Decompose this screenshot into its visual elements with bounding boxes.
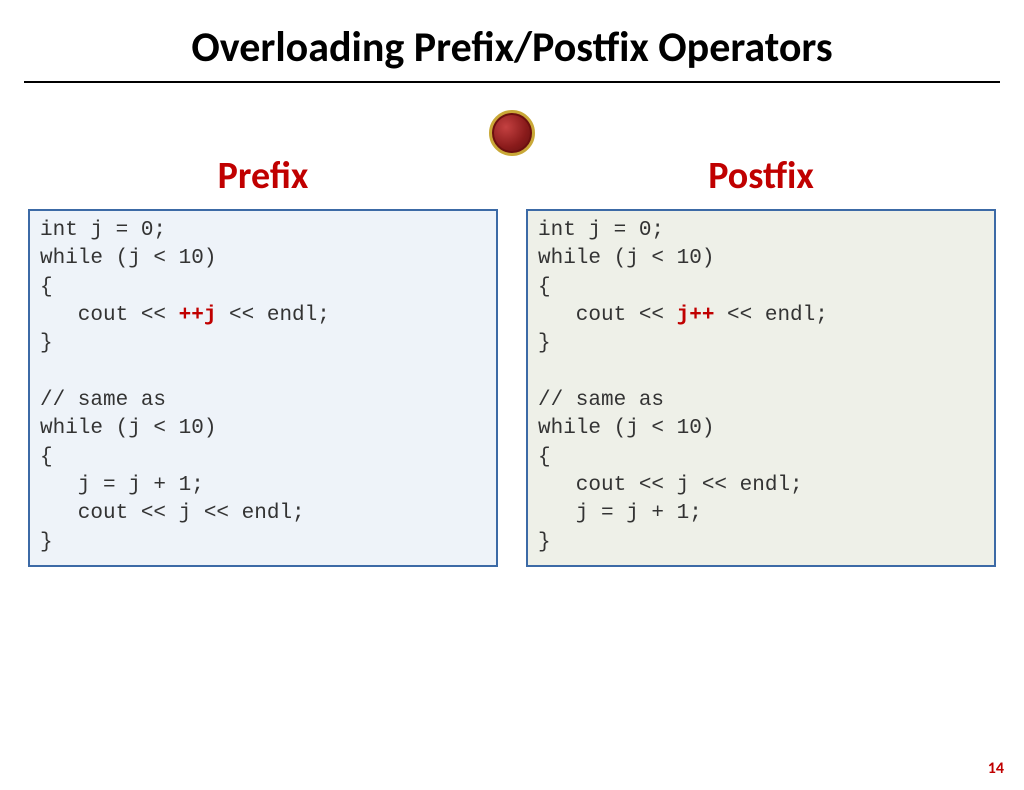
postfix-heading: Postfix [526,153,996,199]
code-line: { [538,446,551,469]
code-line: cout << j << endl; [538,474,803,497]
code-line: } [40,332,53,355]
postfix-column: Postfix int j = 0; while (j < 10) { cout… [526,153,996,567]
code-line-part: cout << [40,304,179,327]
page-number: 14 [988,759,1004,778]
divider [24,81,1000,83]
code-line-part: cout << [538,304,677,327]
code-line: j = j + 1; [538,502,702,525]
postfix-code-block: int j = 0; while (j < 10) { cout << j++ … [526,209,996,567]
prefix-increment-highlight: ++j [179,304,217,327]
code-line: // same as [538,389,664,412]
code-line: while (j < 10) [538,417,714,440]
code-line: } [40,531,53,554]
prefix-code-block: int j = 0; while (j < 10) { cout << ++j … [28,209,498,567]
prefix-column: Prefix int j = 0; while (j < 10) { cout … [28,153,498,567]
code-line: while (j < 10) [538,247,714,270]
prefix-heading: Prefix [28,153,498,199]
code-line: // same as [40,389,166,412]
code-line: cout << j << endl; [40,502,305,525]
code-line: int j = 0; [40,219,166,242]
code-line: j = j + 1; [40,474,204,497]
columns-container: Prefix int j = 0; while (j < 10) { cout … [28,153,996,567]
code-line-part: << endl; [216,304,329,327]
code-line-part: << endl; [714,304,827,327]
code-line: while (j < 10) [40,247,216,270]
code-line: { [538,276,551,299]
code-line: } [538,332,551,355]
code-line: { [40,276,53,299]
postfix-increment-highlight: j++ [677,304,715,327]
slide-title: Overloading Prefix/Postfix Operators [0,22,1024,73]
code-line: int j = 0; [538,219,664,242]
code-line: while (j < 10) [40,417,216,440]
code-line: { [40,446,53,469]
university-seal-icon [489,110,535,156]
code-line: } [538,531,551,554]
